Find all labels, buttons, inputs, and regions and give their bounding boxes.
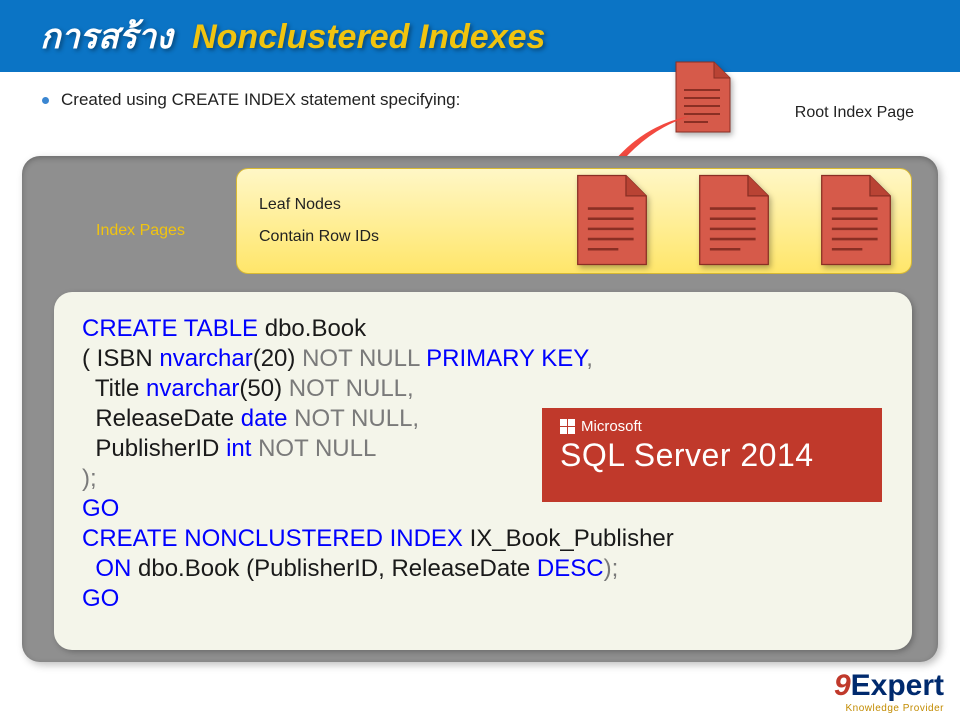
leaf-page-icon [819, 173, 893, 272]
code-type: date [241, 405, 294, 432]
code-kw: DESC [537, 555, 604, 582]
brand-name: 9Expert [834, 669, 944, 703]
code-text: dbo.Book [258, 315, 366, 342]
slide-title-bar: การสร้าง Nonclustered Indexes [0, 0, 960, 72]
brand-nine: 9 [834, 669, 851, 702]
code-punc: , [586, 345, 593, 372]
code-kw: ON [95, 555, 131, 582]
leaf-line1: Leaf Nodes [259, 189, 379, 221]
sql-server-badge: Microsoft SQL Server 2014 [542, 408, 882, 502]
code-kw: GO [82, 585, 119, 612]
brand-tagline: Knowledge Provider [834, 703, 944, 714]
code-nn: NOT NULL [289, 375, 407, 402]
brand-footer: 9Expert Knowledge Provider [834, 669, 944, 714]
code-kw: CREATE NONCLUSTERED INDEX [82, 525, 463, 552]
leaf-page-icon [697, 173, 771, 272]
root-index-page-icon [674, 60, 732, 139]
code-punc: , [412, 405, 419, 432]
code-kw: PRIMARY KEY [426, 345, 586, 372]
bullet-text: Created using CREATE INDEX statement spe… [61, 90, 460, 110]
code-text [82, 555, 95, 582]
title-en: Nonclustered Indexes [192, 18, 545, 56]
code-type: nvarchar [146, 375, 239, 402]
windows-logo-icon [560, 419, 575, 434]
code-type: nvarchar [159, 345, 252, 372]
code-text: IX_Book_Publisher [463, 525, 674, 552]
microsoft-text: Microsoft [581, 418, 642, 435]
microsoft-label: Microsoft [560, 418, 864, 435]
code-kw: CREATE TABLE [82, 315, 258, 342]
leaf-page-icon [575, 173, 649, 272]
root-index-label: Root Index Page [795, 104, 914, 122]
code-type: int [226, 435, 258, 462]
product-name: SQL Server 2014 [560, 437, 864, 474]
leaf-nodes-box: Leaf Nodes Contain Row IDs [236, 168, 912, 274]
code-nn: NOT NULL [302, 345, 426, 372]
leaf-line2: Contain Row IDs [259, 221, 379, 253]
code-text: ReleaseDate [82, 405, 241, 432]
code-text: dbo.Book (PublisherID, ReleaseDate [131, 555, 537, 582]
code-text: (50) [239, 375, 288, 402]
index-pages-label: Index Pages [96, 222, 185, 240]
code-text: Title [82, 375, 146, 402]
code-text: (20) [253, 345, 302, 372]
code-punc: ); [604, 555, 619, 582]
code-kw: GO [82, 495, 119, 522]
title-thai: การสร้าง [40, 18, 173, 56]
code-punc: , [407, 375, 414, 402]
code-text: PublisherID [82, 435, 226, 462]
code-nn: NOT NULL [258, 435, 376, 462]
code-punc: ); [82, 465, 97, 492]
code-nn: NOT NULL [294, 405, 412, 432]
code-text: ( ISBN [82, 345, 159, 372]
brand-expert: Expert [851, 669, 944, 702]
bullet-dot-icon [42, 97, 49, 104]
slide-title: การสร้าง Nonclustered Indexes [40, 9, 545, 63]
